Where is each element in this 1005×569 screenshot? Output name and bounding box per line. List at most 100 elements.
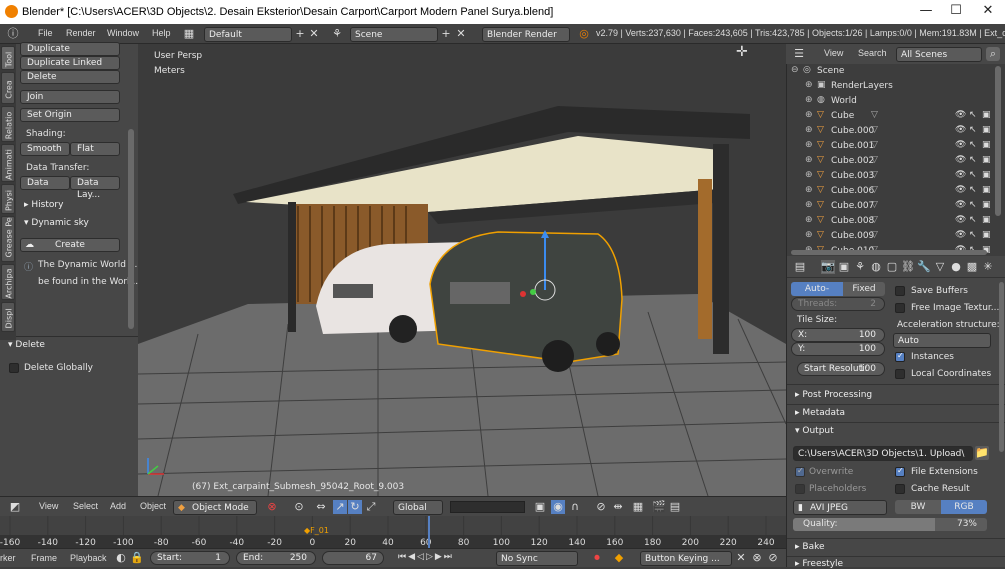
renderable-camera-icon[interactable]: ▣ [982, 215, 991, 225]
world-tab-icon[interactable]: ◍ [869, 260, 883, 274]
pivot-point-icon[interactable]: ⊙ [292, 500, 306, 514]
tab-grease-pencil[interactable]: Grease Pe [1, 216, 15, 262]
properties-scrollbar[interactable] [999, 282, 1004, 452]
visibility-eye-icon[interactable]: 👁 [955, 215, 966, 225]
rotate-icon[interactable]: ↻ [348, 500, 362, 514]
visibility-eye-icon[interactable]: 👁 [955, 185, 966, 195]
duplicate-linked-button[interactable]: Duplicate Linked [20, 56, 120, 70]
outliner-row[interactable]: ⊕ ▽ Cube.009 ▽ 👁 ↖ ▣ [787, 229, 992, 244]
acceleration-structure-select[interactable]: Auto [893, 333, 991, 348]
output-path-field[interactable]: C:\Users\ACER\3D Objects\1. Upload\ [793, 446, 973, 461]
create-sky-button[interactable]: ☁ Create [20, 238, 120, 252]
menu-render[interactable]: Render [66, 28, 96, 38]
add-scene-icon[interactable]: + [439, 27, 453, 41]
material-tab-icon[interactable]: ● [949, 260, 963, 274]
tab-relations[interactable]: Relatio [1, 106, 15, 142]
tab-archipack[interactable]: Archipa [1, 264, 15, 300]
metadata-panel-header[interactable]: ▸ Metadata [795, 408, 845, 418]
expand-icon[interactable]: ⊕ [805, 230, 813, 240]
overwrite-checkbox[interactable] [795, 466, 805, 477]
menu-playback[interactable]: Playback [70, 553, 107, 563]
visibility-eye-icon[interactable]: 👁 [955, 140, 966, 150]
threads-fixed-button[interactable]: Fixed [843, 282, 885, 296]
free-image-textures-checkbox[interactable] [895, 303, 905, 313]
menu-help[interactable]: Help [152, 28, 171, 38]
mesh-data-icon[interactable]: ▽ [871, 215, 878, 225]
expand-icon[interactable]: ⊕ [805, 215, 813, 225]
data-tab-icon[interactable]: ▽ [933, 260, 947, 274]
tab-display[interactable]: Displ [1, 302, 15, 332]
selectable-cursor-icon[interactable]: ↖ [969, 140, 977, 150]
expand-icon[interactable]: ⊕ [805, 110, 813, 120]
remove-scene-icon[interactable]: ✕ [454, 27, 468, 41]
texture-tab-icon[interactable]: ▩ [965, 260, 979, 274]
tool-shelf-scrollbar[interactable] [128, 129, 134, 329]
delete-key-icon[interactable]: ⊘ [766, 551, 780, 565]
selectable-cursor-icon[interactable]: ↖ [969, 215, 977, 225]
start-resolution-field[interactable]: Start Resoluti: 100 [797, 362, 885, 376]
freestyle-panel-header[interactable]: ▸ Freestyle [795, 559, 843, 569]
editor-type-3dview-icon[interactable]: ◩ [8, 500, 22, 514]
render-tab-icon[interactable]: 📷 [821, 260, 835, 274]
outliner-search-icon[interactable]: ⌕ [986, 47, 1000, 61]
renderable-camera-icon[interactable]: ▣ [982, 185, 991, 195]
expand-icon[interactable]: ⊕ [805, 155, 813, 165]
outliner-row[interactable]: ⊕ ▽ Cube.008 ▽ 👁 ↖ ▣ [787, 214, 992, 229]
menu-marker[interactable]: rker [0, 553, 16, 563]
timeline-editor[interactable]: -160 -140 -120 -100 -80 -60 -40 -20 0 20 40 60 80 100… [0, 516, 786, 548]
selectable-cursor-icon[interactable]: ↖ [969, 185, 977, 195]
add-layout-icon[interactable]: + [293, 27, 307, 41]
dynamic-sky-panel-header[interactable]: ▾ Dynamic sky [24, 218, 89, 228]
instances-checkbox[interactable] [895, 351, 905, 362]
menu-object[interactable]: Object [140, 501, 166, 511]
end-frame-field[interactable]: End: 250 [236, 551, 316, 565]
delete-operator-header[interactable]: ▾ Delete [8, 340, 45, 350]
file-format-select[interactable]: ▮ AVI JPEG [793, 500, 887, 515]
render-layers-tab-icon[interactable]: ▣ [837, 260, 851, 274]
outliner-row[interactable]: ⊕ ▽ Cube ▽ 👁 ↖ ▣ [787, 109, 992, 124]
tab-animation[interactable]: Animati [1, 144, 15, 182]
maximize-button[interactable]: ☐ [942, 2, 970, 22]
scene-field[interactable]: Scene [350, 27, 438, 42]
transform-orientation-select[interactable]: Global [393, 500, 443, 515]
set-origin-button[interactable]: Set Origin [20, 108, 120, 122]
opengl-render-icon[interactable]: 🎬 [652, 500, 666, 514]
clear-keying-icon[interactable]: ✕ [734, 551, 748, 565]
mesh-data-icon[interactable]: ▽ [871, 155, 878, 165]
visibility-eye-icon[interactable]: 👁 [955, 110, 966, 120]
outliner-menu-view[interactable]: View [824, 48, 843, 58]
menu-add[interactable]: Add [110, 501, 126, 511]
keying-set-select[interactable]: Button Keying ... [640, 551, 732, 566]
renderable-camera-icon[interactable]: ▣ [982, 110, 991, 120]
keying-icon[interactable]: ◐ [114, 551, 128, 565]
menu-select[interactable]: Select [73, 501, 98, 511]
mesh-data-icon[interactable]: ▽ [871, 110, 878, 120]
expand-icon[interactable]: ⊕ [805, 200, 813, 210]
outliner-row[interactable]: ⊕ ▽ Cube.003 ▽ 👁 ↖ ▣ [787, 169, 992, 184]
cache-result-checkbox[interactable] [895, 484, 905, 494]
placeholders-checkbox[interactable] [795, 484, 805, 494]
tab-create[interactable]: Crea [1, 72, 15, 104]
properties-editor[interactable]: ▤ 📷 ▣ ⚘ ◍ ▢ ⛓ 🔧 ▽ ● ▩ ✳ Auto-detect Fixe… [786, 256, 1005, 569]
modifiers-tab-icon[interactable]: 🔧 [917, 260, 931, 274]
render-icon[interactable]: ▦ [631, 500, 645, 514]
menu-file[interactable]: File [38, 28, 53, 38]
outliner-menu-search[interactable]: Search [858, 48, 887, 58]
visibility-eye-icon[interactable]: 👁 [955, 155, 966, 165]
outliner-row[interactable]: ⊕ ◍ World [787, 94, 992, 109]
start-frame-field[interactable]: Start: 1 [150, 551, 230, 565]
tile-x-field[interactable]: X: 100 [791, 328, 885, 342]
delete-globally-checkbox[interactable] [9, 363, 19, 373]
folder-browse-icon[interactable]: 📁 [975, 446, 989, 460]
menu-view[interactable]: View [39, 501, 58, 511]
interaction-mode-select[interactable]: ◆ Object Mode [173, 500, 257, 515]
data-layout-button[interactable]: Data Lay... [70, 176, 120, 200]
mesh-data-icon[interactable]: ▽ [871, 170, 878, 180]
renderable-camera-icon[interactable]: ▣ [982, 125, 991, 135]
scale-icon[interactable]: ⤢ [364, 500, 378, 514]
sync-mode-select[interactable]: No Sync [496, 551, 578, 566]
mesh-data-icon[interactable]: ▽ [871, 125, 878, 135]
save-buffers-checkbox[interactable] [895, 286, 905, 296]
keyframe-type-icon[interactable]: ◆ [612, 551, 626, 565]
record-icon[interactable]: ⏺ [590, 551, 604, 565]
